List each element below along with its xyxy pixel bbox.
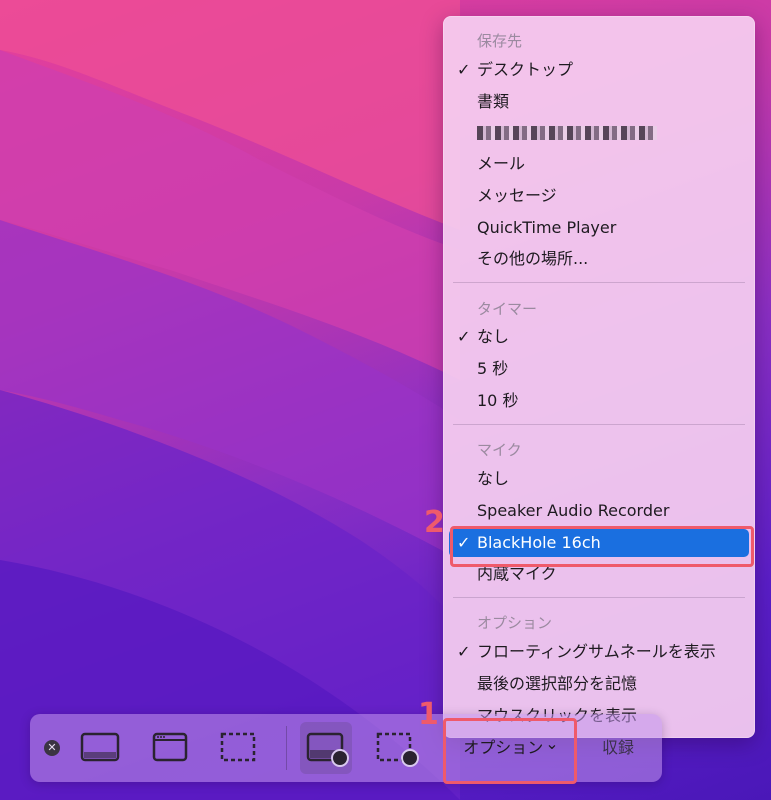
- capture-window-button[interactable]: [144, 722, 196, 774]
- annotation-number-2: 2: [424, 505, 445, 540]
- checkmark-icon: ✓: [457, 327, 471, 346]
- menu-separator: [453, 597, 745, 598]
- record-screen-icon: [306, 732, 349, 767]
- options-header: オプション: [477, 614, 553, 632]
- options-menu: 保存先 ✓ デスクトップ 書類 メール メッセージ QuickTime Play…: [443, 16, 755, 738]
- record-selection-button[interactable]: [370, 722, 422, 774]
- capture-window-icon: [152, 732, 188, 762]
- record-screen-button[interactable]: [300, 722, 352, 774]
- mic-header: マイク: [477, 441, 522, 459]
- checkmark-icon: ✓: [457, 642, 471, 661]
- capture-screen-icon: [80, 732, 120, 762]
- save-to-quicktime[interactable]: QuickTime Player: [449, 214, 749, 242]
- timer-none[interactable]: ✓ なし: [449, 323, 749, 351]
- mic-none[interactable]: なし: [449, 465, 749, 493]
- redacted-label: [477, 126, 657, 140]
- capture-screen-button[interactable]: [74, 722, 126, 774]
- save-to-redacted[interactable]: [449, 119, 749, 147]
- capture-selection-icon: [220, 732, 256, 762]
- save-to-mail[interactable]: メール: [449, 150, 749, 178]
- timer-5s[interactable]: 5 秒: [449, 355, 749, 383]
- save-to-other[interactable]: その他の場所...: [449, 245, 749, 273]
- capture-button[interactable]: 収録: [588, 728, 648, 768]
- option-remember-selection[interactable]: 最後の選択部分を記憶: [449, 670, 749, 698]
- toolbar-divider: [286, 726, 287, 770]
- save-to-desktop[interactable]: ✓ デスクトップ: [449, 56, 749, 84]
- highlight-box-options: [443, 718, 577, 784]
- save-to-messages[interactable]: メッセージ: [449, 182, 749, 210]
- menu-separator: [453, 424, 745, 425]
- capture-selection-button[interactable]: [212, 722, 264, 774]
- option-floating-thumbnail[interactable]: ✓ フローティングサムネールを表示: [449, 638, 749, 666]
- checkmark-icon: ✓: [457, 60, 471, 79]
- timer-10s[interactable]: 10 秒: [449, 387, 749, 415]
- annotation-number-1: 1: [418, 697, 439, 732]
- save-to-header: 保存先: [477, 32, 523, 50]
- mic-speaker-audio-recorder[interactable]: Speaker Audio Recorder: [449, 497, 749, 525]
- close-icon[interactable]: ✕: [44, 740, 60, 756]
- save-to-documents[interactable]: 書類: [449, 88, 749, 116]
- record-selection-icon: [376, 732, 419, 767]
- timer-header: タイマー: [477, 300, 538, 318]
- highlight-box-blackhole: [450, 526, 754, 567]
- menu-separator: [453, 282, 745, 283]
